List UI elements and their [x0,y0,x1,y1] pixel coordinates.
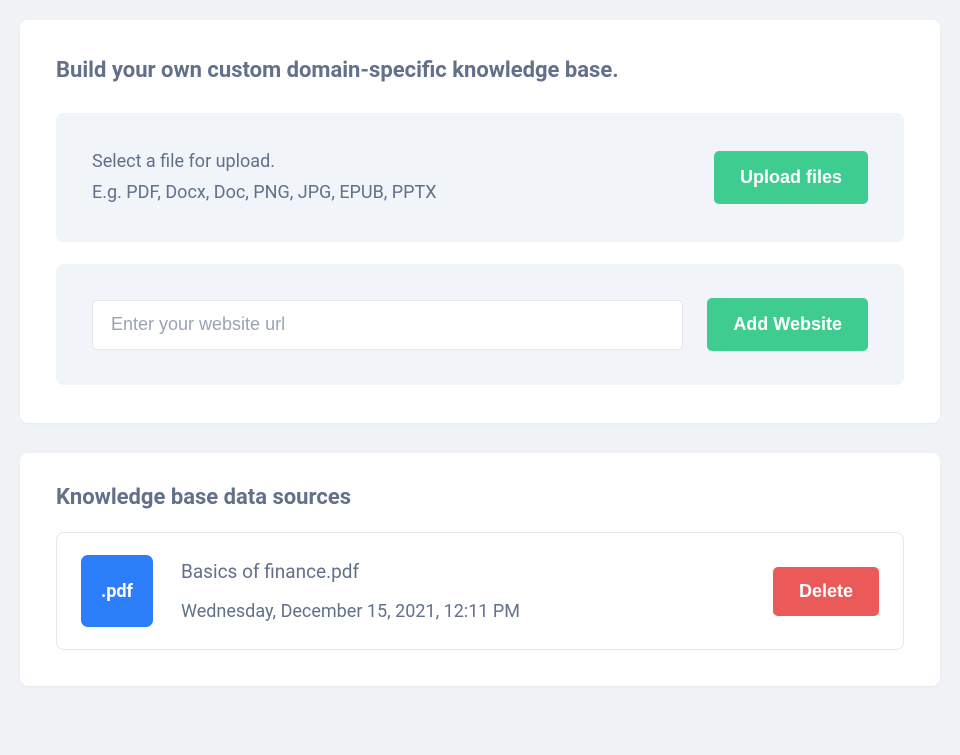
data-sources-card: Knowledge base data sources .pdf Basics … [20,453,940,686]
delete-source-button[interactable]: Delete [773,567,879,616]
upload-files-button[interactable]: Upload files [714,151,868,204]
add-website-panel: Add Website [56,264,904,385]
source-file-name: Basics of finance.pdf [181,560,745,583]
sources-title: Knowledge base data sources [56,485,904,510]
upload-line-2: E.g. PDF, Docx, Doc, PNG, JPG, EPUB, PPT… [92,178,690,209]
upload-line-1: Select a file for upload. [92,147,690,178]
file-type-icon: .pdf [81,555,153,627]
build-card-title: Build your own custom domain-specific kn… [56,58,904,83]
file-ext-label: .pdf [101,581,133,602]
upload-panel: Select a file for upload. E.g. PDF, Docx… [56,113,904,242]
website-url-input[interactable] [92,300,683,350]
build-knowledge-base-card: Build your own custom domain-specific kn… [20,20,940,423]
data-source-row: .pdf Basics of finance.pdf Wednesday, De… [56,532,904,650]
add-website-button[interactable]: Add Website [707,298,868,351]
source-date: Wednesday, December 15, 2021, 12:11 PM [181,601,745,622]
upload-instructions: Select a file for upload. E.g. PDF, Docx… [92,147,690,208]
source-meta: Basics of finance.pdf Wednesday, Decembe… [181,560,745,622]
